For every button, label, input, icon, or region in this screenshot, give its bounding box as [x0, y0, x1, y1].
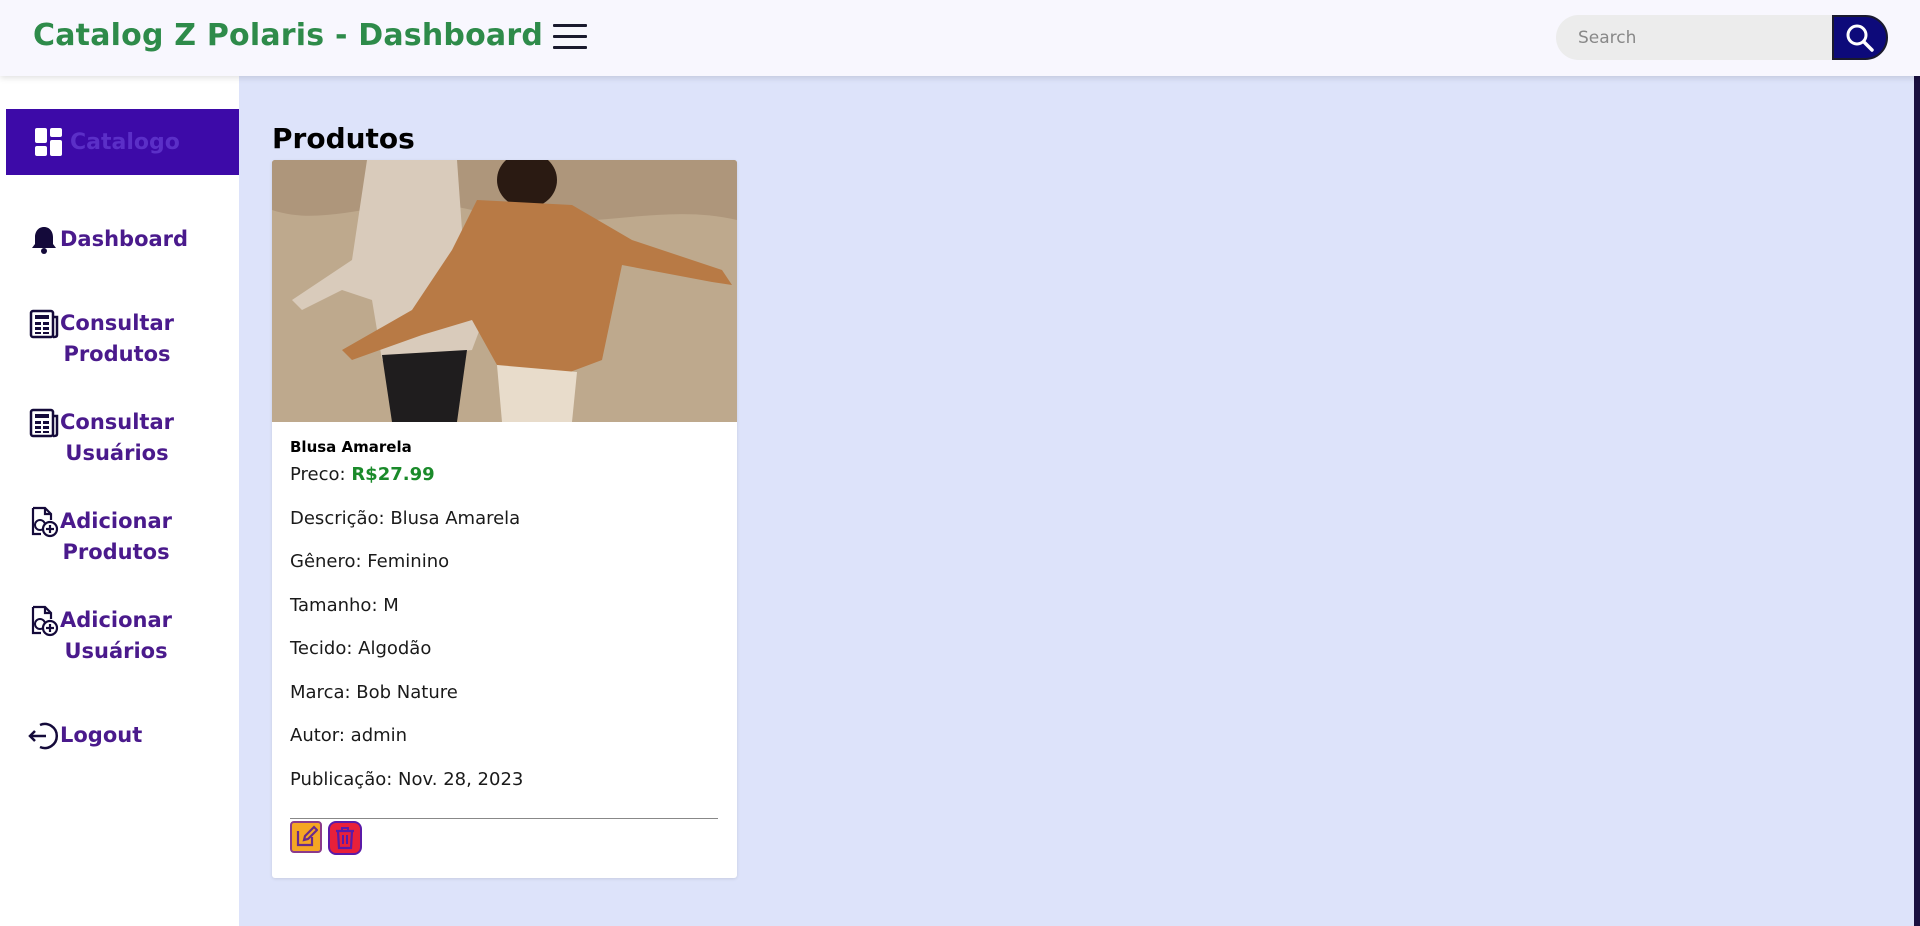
- menu-toggle-icon[interactable]: [553, 24, 587, 50]
- product-gender: Gênero: Feminino: [290, 551, 450, 572]
- sidebar-item-consultar-produtos[interactable]: Consultar Produtos: [28, 308, 174, 370]
- product-image: [272, 160, 737, 422]
- product-fabric: Tecido: Algodão: [290, 638, 432, 659]
- sidebar-item-logout[interactable]: Logout: [28, 720, 142, 752]
- product-price: Preco: R$27.99: [290, 464, 435, 485]
- file-add-icon: [28, 605, 60, 637]
- product-details: Blusa Amarela Preco: R$27.99 Descrição: …: [290, 438, 720, 790]
- product-size: Tamanho: M: [290, 595, 399, 616]
- sidebar-item-label: Consultar Produtos: [60, 308, 174, 370]
- sidebar-item-adicionar-usuarios[interactable]: Adicionar Usuários: [28, 605, 172, 667]
- label-line: Adicionar: [60, 608, 173, 632]
- card-divider: [290, 818, 718, 819]
- label-line: Adicionar: [60, 509, 173, 533]
- product-brand: Marca: Bob Nature: [290, 682, 458, 703]
- menu-bar-line: [553, 24, 587, 27]
- sidebar-item-label: Adicionar Produtos: [60, 506, 172, 568]
- sidebar-item-label: Adicionar Usuários: [60, 605, 172, 667]
- app-title: Catalog Z Polaris - Dashboard: [33, 18, 544, 53]
- product-description: Descrição: Blusa Amarela: [290, 508, 521, 529]
- product-card: Blusa Amarela Preco: R$27.99 Descrição: …: [272, 160, 737, 878]
- bell-icon: [28, 224, 60, 256]
- sidebar-item-label: Consultar Usuários: [60, 407, 174, 469]
- menu-bar-line: [553, 46, 587, 49]
- label-line: Produtos: [62, 540, 170, 564]
- sidebar-item-label: Logout: [60, 723, 143, 747]
- menu-bar-line: [553, 35, 587, 38]
- label-line: Consultar: [60, 311, 175, 335]
- sidebar-item-catalogo[interactable]: Catalogo: [6, 109, 239, 175]
- product-author: Autor: admin: [290, 725, 408, 746]
- label-line: Usuários: [64, 639, 168, 663]
- product-publication-date: Publicação: Nov. 28, 2023: [290, 769, 524, 790]
- scrollbar-edge: [1914, 76, 1920, 926]
- sidebar: Catalogo Dashboard Consultar Produtos Co…: [0, 76, 239, 926]
- label-line: Usuários: [65, 441, 169, 465]
- search-input[interactable]: [1556, 15, 1846, 60]
- sidebar-item-label: Dashboard: [60, 227, 189, 251]
- table-icon: [28, 407, 60, 439]
- logout-icon: [28, 720, 60, 752]
- sidebar-item-adicionar-produtos[interactable]: Adicionar Produtos: [28, 506, 172, 568]
- product-name: Blusa Amarela: [290, 438, 412, 456]
- price-label: Preco:: [290, 464, 352, 485]
- file-add-icon: [28, 506, 60, 538]
- delete-button[interactable]: [328, 821, 362, 855]
- edit-button[interactable]: [290, 821, 322, 853]
- search-form: [1556, 15, 1888, 60]
- page-title: Produtos: [272, 122, 415, 155]
- label-line: Consultar: [60, 410, 175, 434]
- sidebar-item-consultar-usuarios[interactable]: Consultar Usuários: [28, 407, 174, 469]
- price-value: R$27.99: [351, 464, 435, 485]
- edit-icon: [296, 825, 318, 847]
- trash-icon: [336, 827, 354, 850]
- top-bar: Catalog Z Polaris - Dashboard: [0, 0, 1920, 76]
- search-icon: [1846, 24, 1874, 52]
- sidebar-item-label: Catalogo: [70, 129, 180, 155]
- sidebar-item-dashboard[interactable]: Dashboard: [28, 224, 188, 256]
- table-icon: [28, 308, 60, 340]
- label-line: Produtos: [63, 342, 171, 366]
- grid-icon: [35, 128, 62, 156]
- search-button[interactable]: [1832, 15, 1888, 60]
